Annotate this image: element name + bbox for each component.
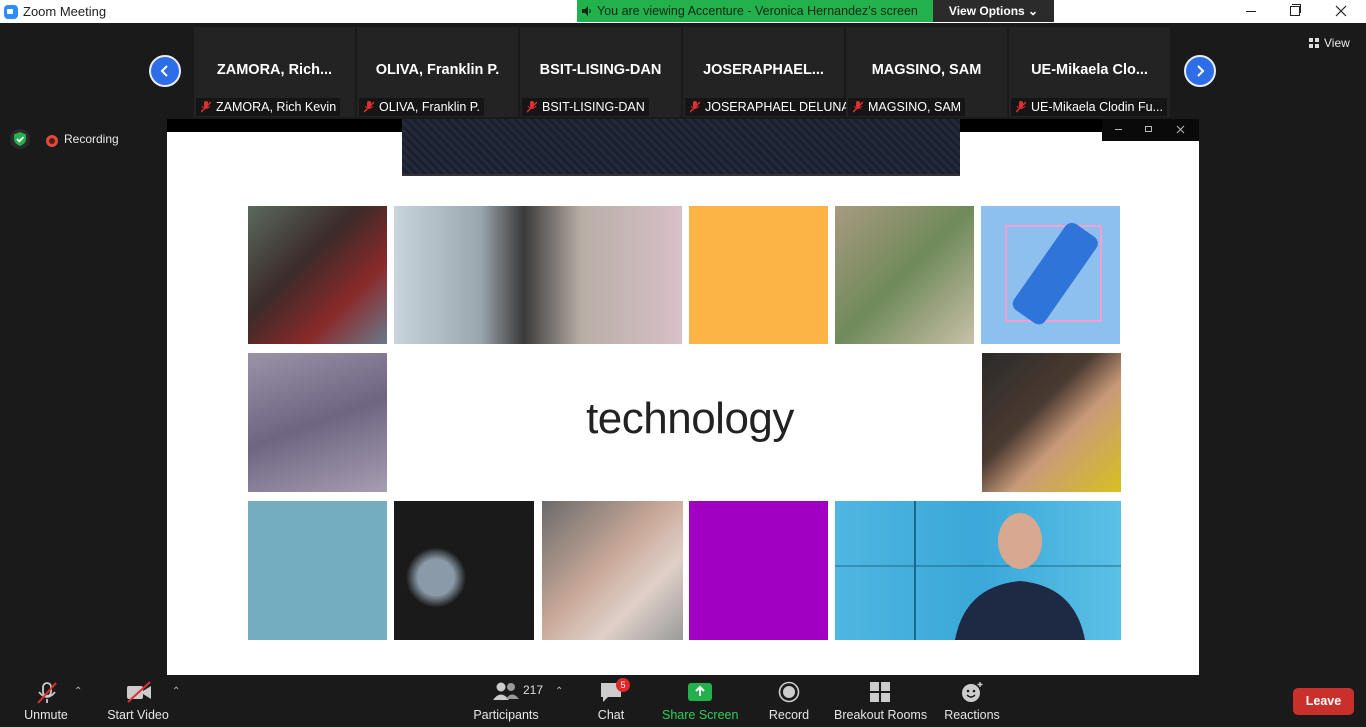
speaker-icon: [582, 6, 591, 16]
video-off-icon: [127, 681, 151, 703]
slide-title: technology: [586, 394, 794, 443]
grid-view-icon: [1309, 38, 1319, 48]
reactions-icon: [962, 682, 983, 702]
mic-muted-icon: [1016, 101, 1026, 113]
slide-tile-teal: [248, 501, 387, 640]
participants-icon: [493, 682, 519, 700]
video-tile[interactable]: OLIVA, Franklin P. OLIVA, Franklin P.: [357, 27, 518, 117]
tile-name: BSIT-LISING-DAN: [539, 62, 662, 78]
view-options-button[interactable]: View Options ⌄: [933, 0, 1054, 22]
mic-muted-icon: [690, 101, 700, 113]
screen-share-banner: You are viewing Accenture - Veronica Her…: [577, 0, 933, 22]
recording-icon: [46, 135, 58, 147]
unmute-button[interactable]: Unmute: [16, 678, 76, 724]
close-icon: [1335, 5, 1347, 17]
chat-unread-badge: 5: [616, 678, 630, 692]
breakout-rooms-icon: [870, 682, 890, 702]
tile-label: BSIT-LISING-DAN: [522, 98, 649, 116]
tile-label: OLIVA, Franklin P.: [359, 98, 484, 116]
reactions-button[interactable]: Reactions: [942, 678, 1002, 724]
slide-photo-woman: [982, 353, 1121, 492]
hidden-window-overlay: [402, 119, 960, 176]
audio-options-caret[interactable]: ⌃: [74, 686, 84, 697]
participants-count: 217: [523, 683, 544, 697]
slide-photo-presenter: [835, 501, 1121, 640]
window-title: Zoom Meeting: [23, 4, 107, 19]
shared-window-controls: [1102, 119, 1199, 141]
minimize-icon: [1115, 129, 1122, 130]
mic-muted-icon: [201, 101, 211, 113]
video-options-caret[interactable]: ⌃: [172, 686, 182, 697]
slide-photo-vr-lens: [394, 501, 534, 640]
maximize-icon: [1145, 126, 1152, 132]
chevron-left-icon: [160, 65, 168, 77]
start-video-button[interactable]: Start Video: [104, 678, 172, 724]
shared-screen: technology: [167, 119, 1199, 675]
slide-photo-letters: [248, 353, 387, 492]
mic-muted-icon: [527, 101, 537, 113]
slide-tile-purple: [689, 501, 828, 640]
tile-name: OLIVA, Franklin P.: [375, 62, 500, 78]
chevron-right-icon: [1197, 65, 1205, 77]
video-tile[interactable]: BSIT-LISING-DAN BSIT-LISING-DAN: [520, 27, 681, 117]
slide-photo-man-speaking: [542, 501, 683, 640]
tile-label: UE-Mikaela Clodin Fu...: [1011, 98, 1167, 116]
video-tile[interactable]: JOSERAPHAEL... JOSERAPHAEL DELUNA: [683, 27, 854, 117]
share-screen-icon: [688, 683, 712, 701]
slide-photo-scientist: [248, 206, 387, 344]
share-screen-button[interactable]: Share Screen: [662, 678, 738, 724]
tile-name: JOSERAPHAEL...: [703, 62, 824, 78]
video-tile[interactable]: MAGSINO, SAM MAGSINO, SAM: [846, 27, 1007, 117]
video-tile[interactable]: ZAMORA, Rich... ZAMORA, Rich Kevin: [194, 27, 355, 117]
recording-label: Recording: [64, 132, 119, 146]
screen-share-banner-text: You are viewing Accenture - Veronica Her…: [597, 4, 918, 18]
previous-page-button[interactable]: [149, 55, 181, 87]
minimize-button[interactable]: [1228, 0, 1274, 23]
slide-photo-meeting: [394, 206, 682, 344]
tile-name: UE-Mikaela Clo...: [1031, 62, 1148, 78]
tile-label: ZAMORA, Rich Kevin: [196, 98, 341, 116]
participants-caret[interactable]: ⌃: [555, 686, 565, 697]
breakout-rooms-button[interactable]: Breakout Rooms: [834, 678, 927, 724]
zoom-app-icon: [4, 5, 18, 19]
mic-muted-icon: [37, 682, 57, 704]
record-button[interactable]: Record: [766, 678, 812, 724]
close-button[interactable]: [1318, 0, 1364, 23]
leave-button[interactable]: Leave: [1293, 688, 1354, 715]
video-tile[interactable]: UE-Mikaela Clo... UE-Mikaela Clodin Fu..…: [1009, 27, 1170, 117]
slide-tile-orange: [689, 206, 828, 344]
mic-muted-icon: [853, 101, 863, 113]
tile-name: ZAMORA, Rich...: [216, 62, 333, 78]
security-shield-icon[interactable]: [10, 129, 30, 149]
record-icon: [778, 681, 800, 703]
view-button[interactable]: View: [1304, 33, 1360, 53]
next-page-button[interactable]: [1184, 55, 1216, 87]
close-icon: [1176, 125, 1185, 134]
restore-button[interactable]: [1272, 0, 1318, 23]
slide-photo-aerial: [835, 206, 974, 344]
tile-label: MAGSINO, SAM: [848, 98, 966, 116]
tile-name: MAGSINO, SAM: [871, 62, 982, 78]
slide-photo-vaccine: [981, 206, 1120, 344]
tile-label: JOSERAPHAEL DELUNA: [685, 98, 854, 116]
mic-muted-icon: [364, 101, 374, 113]
